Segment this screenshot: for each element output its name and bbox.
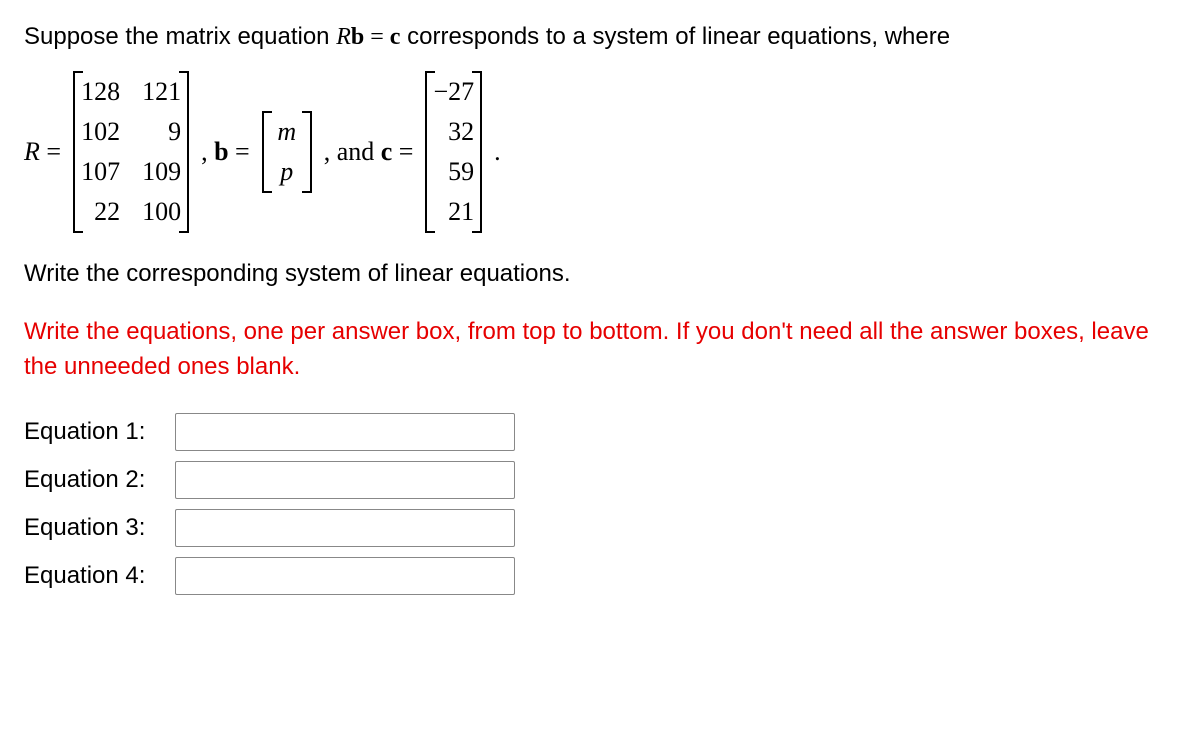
answer-hint: Write the equations, one per answer box,…	[24, 315, 1176, 385]
R-0-0: 128	[81, 75, 120, 109]
intro-text: Suppose the matrix equation Rb = c corre…	[24, 20, 1176, 55]
trailing-period: .	[494, 137, 501, 167]
instruction-text: Write the corresponding system of linear…	[24, 257, 1176, 292]
equation-4-label: Equation 4:	[24, 562, 169, 590]
equation-3-label: Equation 3:	[24, 514, 169, 542]
R-3-0: 22	[81, 195, 120, 229]
R-1-0: 102	[81, 115, 120, 149]
R-2-0: 107	[81, 155, 120, 189]
var-R: R	[336, 24, 351, 50]
matrix-R: 128 121 102 9 107 109 22 100	[73, 71, 189, 233]
R-2-1: 109	[142, 155, 181, 189]
c-0: −27	[433, 75, 474, 109]
label-c: c	[381, 137, 393, 166]
var-c: c	[390, 24, 401, 50]
equation-1-label: Equation 1:	[24, 418, 169, 446]
R-0-1: 121	[142, 75, 181, 109]
equation-2-label: Equation 2:	[24, 466, 169, 494]
label-b: b	[214, 137, 228, 166]
c-3: 21	[433, 195, 474, 229]
equation-3-input[interactable]	[175, 509, 515, 547]
c-1: 32	[433, 115, 474, 149]
var-b: b	[351, 24, 364, 50]
equation-4-input[interactable]	[175, 557, 515, 595]
b-0: m	[270, 115, 304, 149]
matrix-c: −27 32 59 21	[425, 71, 482, 233]
matrix-definitions: R = 128 121 102 9 107 109 22 100 , b = m…	[24, 71, 1176, 233]
label-R: R	[24, 137, 40, 166]
equation-1-input[interactable]	[175, 413, 515, 451]
R-1-1: 9	[142, 115, 181, 149]
b-1: p	[270, 155, 304, 189]
matrix-b: m p	[262, 111, 312, 193]
R-3-1: 100	[142, 195, 181, 229]
equation-2-input[interactable]	[175, 461, 515, 499]
c-2: 59	[433, 155, 474, 189]
